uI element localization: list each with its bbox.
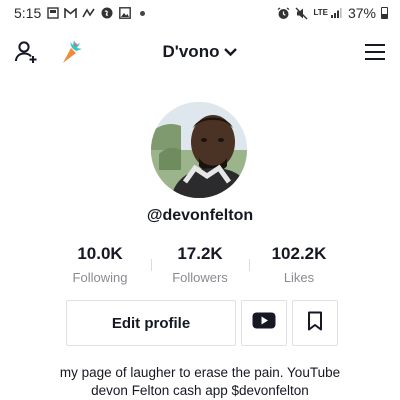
image-icon [118, 7, 131, 20]
edit-profile-button[interactable]: Edit profile [66, 300, 236, 346]
dot-icon [140, 10, 146, 16]
stat-following[interactable]: 10.0K Following [45, 244, 155, 285]
status-bar-right: LTE 37% [277, 5, 388, 21]
carrot-icon[interactable] [56, 39, 82, 65]
status-bar-left: 5:15 [14, 5, 146, 21]
status-time: 5:15 [14, 5, 42, 21]
alarm-icon [277, 6, 290, 20]
shazam-icon [100, 7, 113, 20]
battery-icon [381, 7, 388, 19]
account-name: D'vono [162, 42, 220, 61]
stat-followers[interactable]: 17.2K Followers [145, 244, 255, 285]
bio-line: devon Felton cash app $devonfelton [91, 383, 309, 398]
network-type: LTE [313, 8, 328, 17]
avatar[interactable] [151, 102, 247, 198]
stat-label: Followers [172, 270, 228, 285]
signal-icon [330, 7, 343, 20]
profile-bio: my page of laugher to erase the pain. Yo… [0, 364, 400, 400]
gmail-icon [64, 7, 78, 20]
stat-value: 17.2K [177, 244, 223, 263]
youtube-button[interactable] [241, 300, 287, 346]
profile-stats: 10.0K Following 17.2K Followers 102.2K L… [0, 244, 400, 288]
username: @devonfelton [146, 207, 254, 224]
stat-label: Likes [283, 270, 315, 285]
nav-title[interactable]: D'vono [163, 42, 238, 62]
chevron-down-icon [223, 42, 237, 62]
add-friend-icon[interactable] [14, 39, 40, 65]
battery-percent: 37% [347, 5, 376, 21]
battery-fill [382, 14, 387, 18]
stat-value: 10.0K [77, 244, 123, 263]
mute-icon [295, 7, 308, 20]
stat-value: 102.2K [271, 244, 327, 263]
profile-actions: Edit profile [0, 300, 400, 348]
bookmark-icon [307, 311, 323, 336]
menu-icon[interactable] [364, 43, 386, 61]
nav-left [14, 39, 82, 65]
stat-label: Following [72, 270, 128, 285]
status-bar: 5:15 LTE 37% [0, 0, 400, 26]
gallery-icon [46, 7, 59, 20]
avatar-photo [151, 102, 247, 198]
bio-line: my page of laugher to erase the pain. Yo… [59, 365, 341, 380]
favorites-button[interactable] [292, 300, 338, 346]
notification-icon [82, 7, 95, 20]
stat-likes[interactable]: 102.2K Likes [244, 244, 354, 285]
top-nav: D'vono [0, 34, 400, 70]
youtube-icon [252, 312, 276, 334]
